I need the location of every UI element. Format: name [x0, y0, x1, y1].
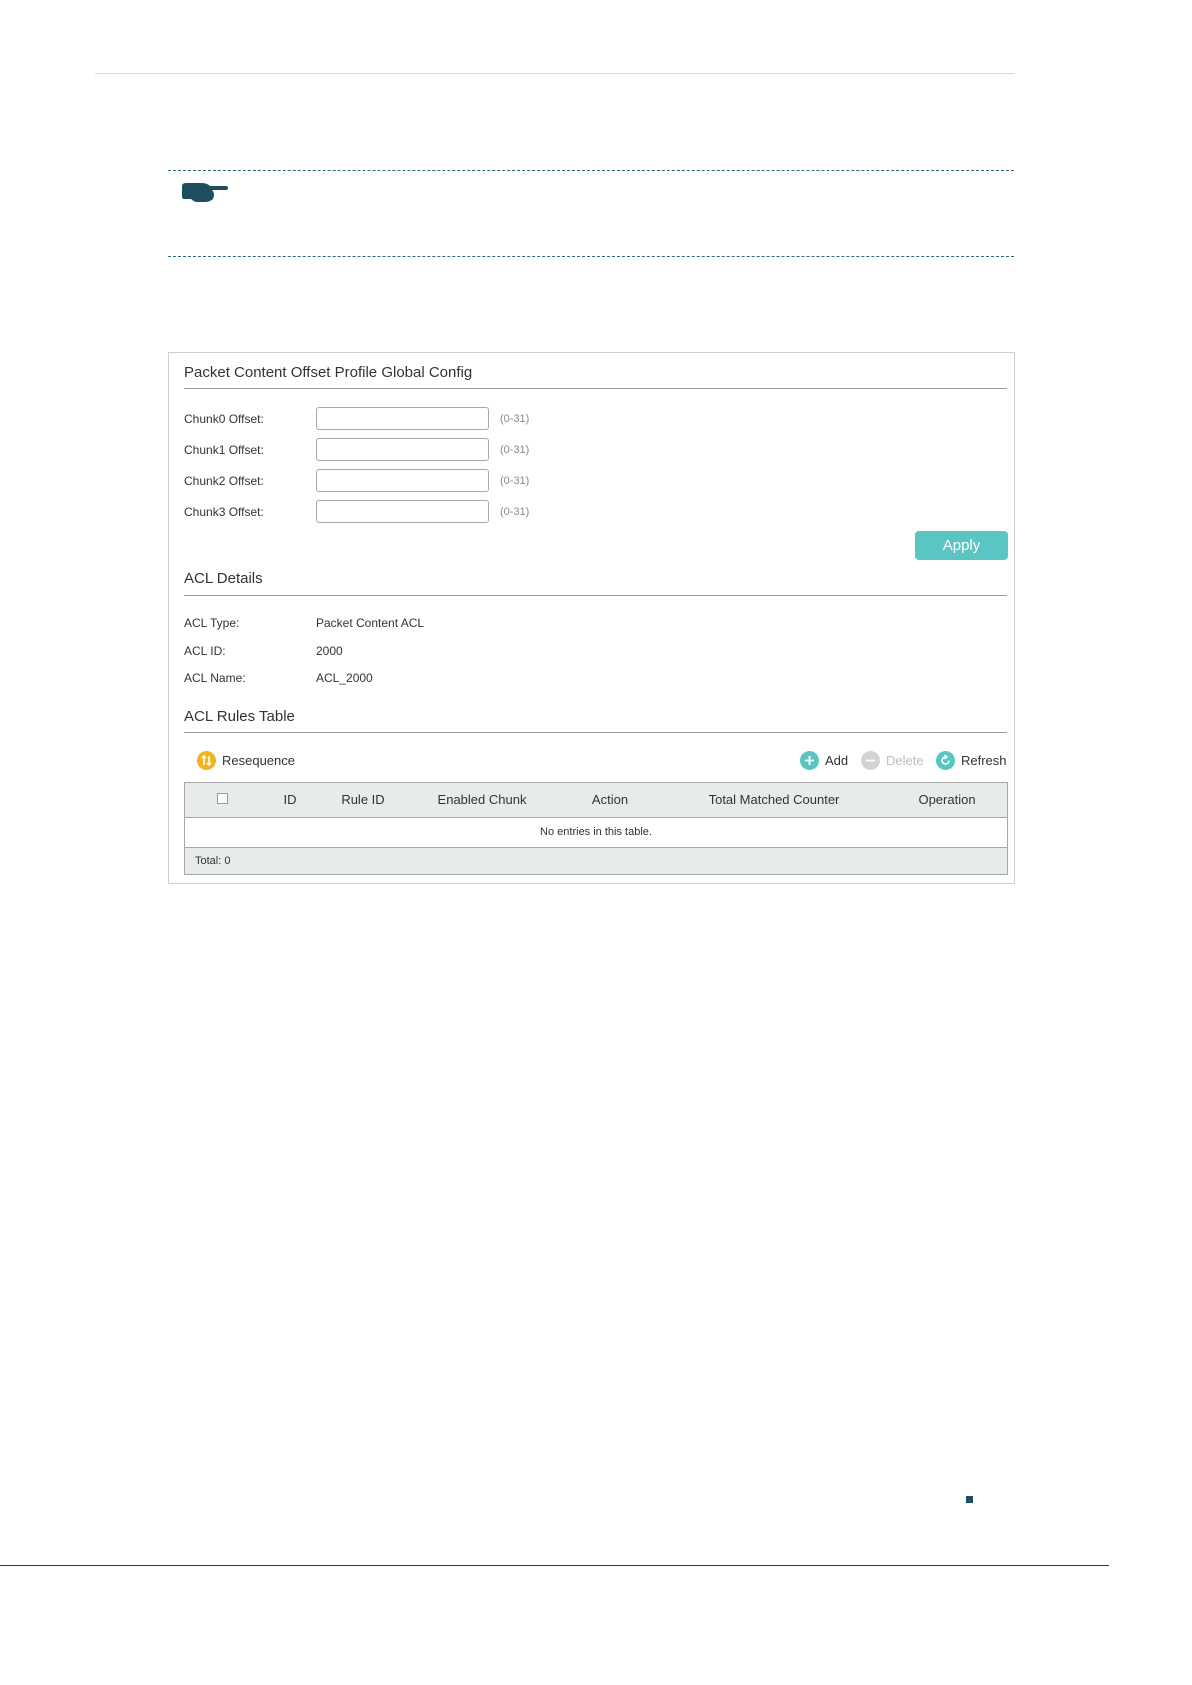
chunk3-offset-hint: (0-31) [500, 506, 530, 518]
acl-rules-table: ID Rule ID Enabled Chunk Action Total Ma… [184, 782, 1008, 875]
acl-id-label: ACL ID: [184, 644, 226, 658]
global-config-title: Packet Content Offset Profile Global Con… [184, 364, 473, 381]
refresh-label: Refresh [961, 752, 1007, 768]
resequence-icon [197, 750, 216, 770]
chunk0-offset-input[interactable] [316, 407, 489, 430]
add-icon [800, 750, 819, 770]
note-bottom-border [168, 256, 1014, 257]
total-count: Total: 0 [195, 855, 231, 867]
acl-type-label: ACL Type: [184, 616, 240, 630]
refresh-icon [936, 750, 955, 770]
column-header-id[interactable]: ID [265, 783, 315, 817]
add-button[interactable]: Add [800, 750, 848, 770]
delete-button[interactable]: Delete [861, 750, 924, 770]
column-header-total-matched-counter[interactable]: Total Matched Counter [684, 783, 864, 817]
column-header-enabled-chunk[interactable]: Enabled Chunk [417, 783, 547, 817]
acl-id-value: 2000 [316, 644, 343, 658]
column-header-rule-id[interactable]: Rule ID [323, 783, 403, 817]
global-config-divider [184, 388, 1007, 389]
delete-icon [861, 750, 880, 770]
acl-rules-divider [184, 732, 1007, 733]
chunk2-offset-label: Chunk2 Offset: [184, 474, 264, 488]
bottom-divider [0, 1565, 1109, 1566]
acl-name-value: ACL_2000 [316, 671, 373, 685]
acl-config-panel: Packet Content Offset Profile Global Con… [168, 352, 1015, 884]
pointing-hand-icon [182, 183, 228, 202]
resequence-label: Resequence [222, 752, 295, 768]
acl-details-title: ACL Details [184, 570, 263, 587]
resequence-button[interactable]: Resequence [197, 750, 295, 770]
empty-table-message: No entries in this table. [185, 817, 1007, 848]
column-header-operation[interactable]: Operation [902, 783, 992, 817]
acl-details-divider [184, 595, 1007, 596]
chunk2-offset-hint: (0-31) [500, 475, 530, 487]
acl-rules-title: ACL Rules Table [184, 708, 295, 725]
chunk3-offset-label: Chunk3 Offset: [184, 505, 264, 519]
delete-label: Delete [886, 752, 924, 768]
select-all-checkbox[interactable] [217, 793, 228, 804]
chunk1-offset-hint: (0-31) [500, 444, 530, 456]
chunk0-offset-hint: (0-31) [500, 413, 530, 425]
table-footer: Total: 0 [185, 848, 1007, 874]
chunk1-offset-input[interactable] [316, 438, 489, 461]
acl-type-value: Packet Content ACL [316, 616, 425, 630]
page-marker [966, 1496, 973, 1503]
refresh-button[interactable]: Refresh [936, 750, 1007, 770]
note-top-border [168, 170, 1014, 171]
chunk1-offset-label: Chunk1 Offset: [184, 443, 264, 457]
add-label: Add [825, 752, 849, 768]
top-divider [95, 73, 1014, 74]
chunk3-offset-input[interactable] [316, 500, 489, 523]
acl-name-label: ACL Name: [184, 671, 246, 685]
table-header: ID Rule ID Enabled Chunk Action Total Ma… [185, 783, 1007, 818]
chunk2-offset-input[interactable] [316, 469, 489, 492]
chunk0-offset-label: Chunk0 Offset: [184, 412, 264, 426]
column-header-action[interactable]: Action [570, 783, 650, 817]
page: Packet Content Offset Profile Global Con… [0, 0, 1109, 1568]
apply-button[interactable]: Apply [915, 531, 1008, 560]
